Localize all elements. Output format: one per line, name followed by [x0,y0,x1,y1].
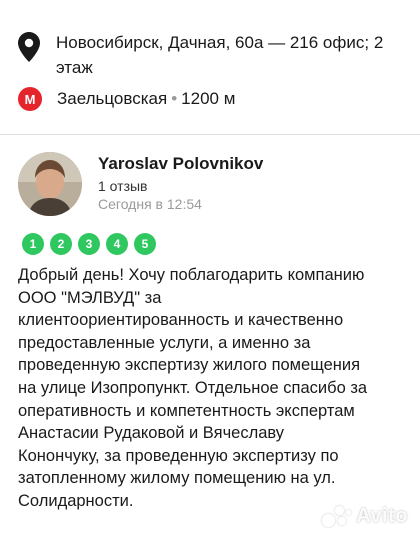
review-text: Добрый день! Хочу поблагодарить компанию… [18,264,418,513]
rating-star-1: 1 [22,233,44,255]
rating-star-2: 2 [50,233,72,255]
rating-stars: 1 2 3 4 5 [22,233,162,255]
review-text-line: оперативность и компетентность экспертам [18,401,355,420]
review-text-line: клиентоориентированность и качественно [18,311,344,330]
metro-icon: M [18,87,42,111]
avito-watermark-text: Avito [356,504,408,527]
rating-star-4: 4 [106,233,128,255]
review-date: Сегодня в 12:54 [98,196,202,212]
divider [0,134,420,135]
metro-station: Заельцовская [57,89,168,108]
review-text-line: затопленному жилому помещению на ул. [18,469,336,488]
metro-separator: • [171,89,178,108]
author-reviews-count: 1 отзыв [98,178,148,194]
review-text-line: предоставленные услуги, а именно за [18,333,311,352]
review-text-line: Добрый день! Хочу поблагодарить компанию [18,266,365,284]
review-author[interactable]: Yaroslav Polovnikov [98,154,263,174]
metro-letter-glyph: M [25,93,36,105]
review-text-line: ООО "МЭЛВУД" за [18,288,162,307]
review-text-line: на улице Изопропункт. Отдельное спасибо … [18,378,368,397]
avito-watermark: Avito [322,504,408,528]
rating-star-5: 5 [134,233,156,255]
avatar[interactable] [18,152,82,216]
review-text-line: Конончуку, за проведенную экспертизу по [18,446,339,465]
svg-text:M: M [25,93,36,105]
metro-row: M Заельцовская • 1200 м [18,87,408,111]
address-row[interactable]: Новосибирск, Дачная, 60а — 216 офис; 2 э… [18,30,408,80]
metro-info: Заельцовская • 1200 м [57,89,235,109]
rating-star-3: 3 [78,233,100,255]
metro-distance: 1200 м [181,89,236,108]
review-text-line: Анастасии Рудаковой и Вячеславу [18,424,285,443]
location-pin-icon [18,32,40,62]
address-text: Новосибирск, Дачная, 60а — 216 офис; 2 э… [56,33,384,77]
review-text-line: проведенную экспертизу жилого помещения [18,356,361,375]
avatar-photo [18,152,82,216]
avito-logo-icon [322,504,352,528]
